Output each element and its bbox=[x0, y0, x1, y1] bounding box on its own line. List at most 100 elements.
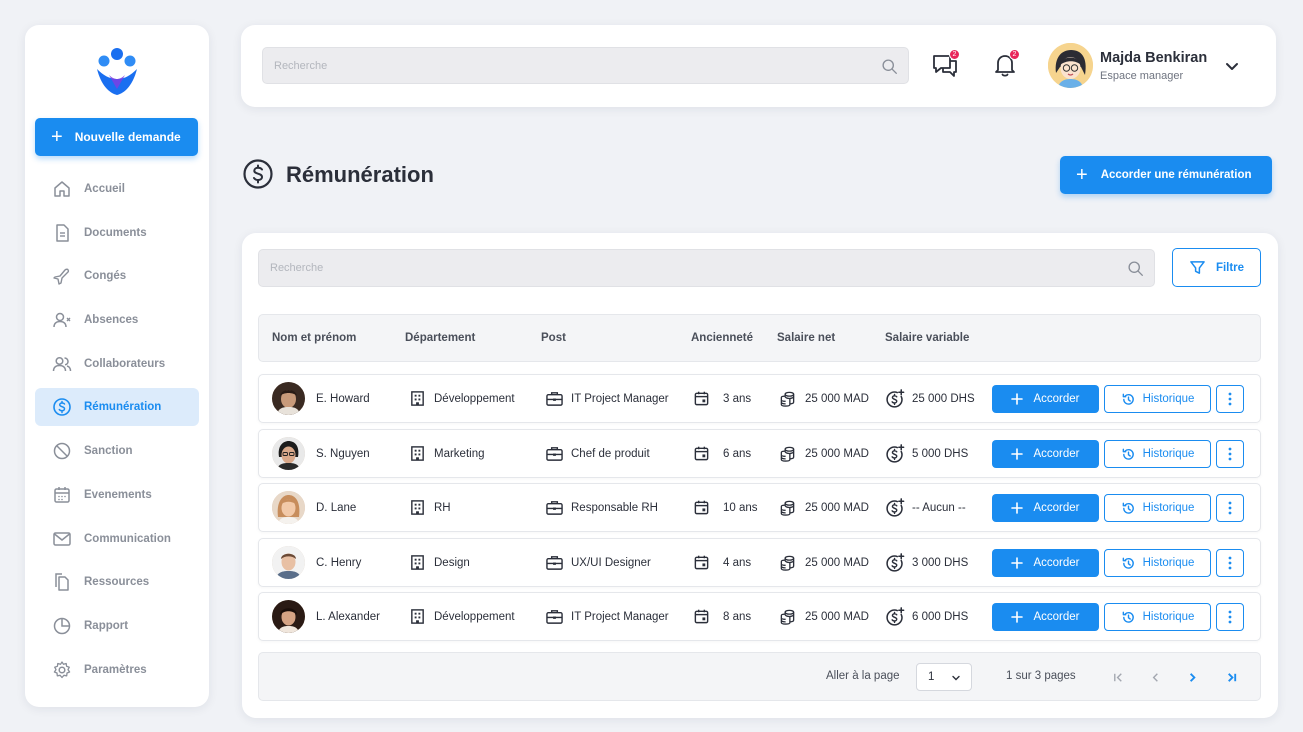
building-icon bbox=[411, 555, 424, 570]
sidebar-item-8[interactable]: Communication bbox=[35, 520, 199, 558]
header-department: Département bbox=[405, 332, 476, 344]
historique-label: Historique bbox=[1142, 448, 1195, 460]
sidebar-item-9[interactable]: Ressources bbox=[35, 563, 199, 601]
more-options-button[interactable] bbox=[1216, 385, 1244, 413]
seniority: 3 ans bbox=[723, 392, 752, 405]
user-avatar[interactable] bbox=[1048, 43, 1093, 88]
accorder-button[interactable]: Accorder bbox=[992, 440, 1099, 468]
sidebar-item-0[interactable]: Accueil bbox=[35, 170, 199, 208]
document-icon bbox=[56, 223, 69, 242]
seniority-cell: 4 ans bbox=[693, 539, 751, 586]
coins-icon bbox=[780, 609, 795, 625]
accorder-button[interactable]: Accorder bbox=[992, 603, 1099, 631]
accorder-button[interactable]: Accorder bbox=[992, 385, 1099, 413]
avatar bbox=[272, 600, 305, 633]
more-options-button[interactable] bbox=[1216, 549, 1244, 577]
calendar-icon bbox=[694, 609, 709, 624]
pagination: Aller à la page 1 1 sur 3 pages bbox=[258, 652, 1261, 701]
historique-button[interactable]: Historique bbox=[1104, 385, 1211, 413]
variable-salary: 5 000 DHS bbox=[912, 447, 969, 460]
user-name: Majda Benkiran bbox=[1100, 50, 1208, 66]
more-vertical-icon bbox=[1228, 610, 1232, 624]
sidebar-item-7[interactable]: Evenements bbox=[35, 476, 199, 514]
page-select[interactable]: 1 bbox=[916, 663, 972, 691]
sidebar-item-3[interactable]: Absences bbox=[35, 301, 199, 339]
building-icon bbox=[411, 391, 424, 406]
sidebar-item-label: Communication bbox=[84, 532, 171, 545]
sidebar-item-label: Documents bbox=[84, 226, 147, 239]
sidebar-item-6[interactable]: Sanction bbox=[35, 432, 199, 470]
seniority-cell: 8 ans bbox=[693, 593, 751, 640]
page-info: 1 sur 3 pages bbox=[1006, 670, 1076, 682]
app-logo[interactable] bbox=[89, 45, 145, 101]
sidebar-item-10[interactable]: Rapport bbox=[35, 607, 199, 645]
header-name: Nom et prénom bbox=[272, 332, 357, 344]
notifications-button[interactable]: 2 bbox=[991, 49, 1020, 79]
sidebar-item-label: Collaborateurs bbox=[84, 357, 166, 370]
history-icon bbox=[1122, 557, 1134, 569]
net-salary-cell: 25 000 MAD bbox=[779, 593, 869, 640]
grant-remuneration-button[interactable]: + Accorder une rémunération bbox=[1060, 156, 1272, 194]
employee-name: C. Henry bbox=[316, 556, 362, 569]
prev-page-button[interactable] bbox=[1145, 667, 1165, 687]
seniority: 4 ans bbox=[723, 556, 752, 569]
last-page-button[interactable] bbox=[1221, 667, 1241, 687]
seniority: 8 ans bbox=[723, 610, 752, 623]
sidebar-item-5[interactable]: Rémunération bbox=[35, 388, 199, 427]
briefcase-icon bbox=[546, 392, 563, 406]
sidebar-item-2[interactable]: Congés bbox=[35, 257, 199, 295]
employee-cell: S. Nguyen bbox=[272, 430, 370, 477]
more-options-button[interactable] bbox=[1216, 494, 1244, 522]
last-page-icon bbox=[1227, 672, 1236, 682]
gear-icon bbox=[53, 660, 71, 678]
plane-icon bbox=[53, 268, 70, 286]
more-options-button[interactable] bbox=[1216, 440, 1244, 468]
chevron-down-icon[interactable] bbox=[1223, 57, 1241, 75]
department-cell: Marketing bbox=[409, 430, 485, 477]
net-salary-cell: 25 000 MAD bbox=[779, 539, 869, 586]
calendar-icon bbox=[694, 500, 709, 515]
sidebar-item-4[interactable]: Collaborateurs bbox=[35, 345, 199, 383]
building-icon bbox=[411, 609, 424, 624]
dollar-plus-icon bbox=[886, 389, 905, 408]
table-search-input[interactable] bbox=[259, 250, 1065, 286]
employee-cell: D. Lane bbox=[272, 484, 356, 531]
plus-icon: + bbox=[51, 126, 63, 148]
dollar-plus-icon bbox=[886, 607, 905, 626]
sidebar-item-label: Absences bbox=[84, 314, 139, 327]
department-cell: RH bbox=[409, 484, 451, 531]
historique-button[interactable]: Historique bbox=[1104, 440, 1211, 468]
sidebar-item-11[interactable]: Paramètres bbox=[35, 651, 199, 689]
search-icon[interactable] bbox=[1127, 260, 1144, 277]
department-cell: Design bbox=[409, 539, 470, 586]
filter-icon bbox=[1190, 261, 1205, 274]
messages-button[interactable]: 2 bbox=[931, 49, 960, 79]
accorder-button[interactable]: Accorder bbox=[992, 494, 1099, 522]
employee-name: L. Alexander bbox=[316, 610, 380, 623]
historique-button[interactable]: Historique bbox=[1104, 603, 1211, 631]
next-page-button[interactable] bbox=[1182, 667, 1202, 687]
top-search-input[interactable] bbox=[263, 48, 844, 83]
dollar-circle-icon bbox=[53, 398, 71, 417]
historique-button[interactable]: Historique bbox=[1104, 549, 1211, 577]
variable-salary-cell: 25 000 DHS bbox=[885, 375, 975, 422]
history-icon bbox=[1122, 502, 1134, 514]
search-icon[interactable] bbox=[881, 58, 898, 75]
historique-button[interactable]: Historique bbox=[1104, 494, 1211, 522]
chevron-right-icon bbox=[1189, 672, 1196, 682]
briefcase-icon bbox=[546, 447, 563, 461]
first-page-button[interactable] bbox=[1108, 667, 1128, 687]
variable-salary-cell: -- Aucun -- bbox=[885, 484, 966, 531]
more-options-button[interactable] bbox=[1216, 603, 1244, 631]
variable-salary: 3 000 DHS bbox=[912, 556, 969, 569]
filter-button[interactable]: Filtre bbox=[1172, 248, 1261, 287]
new-request-button[interactable]: + Nouvelle demande bbox=[35, 118, 198, 156]
post-cell: Chef de produit bbox=[545, 430, 650, 477]
avatar bbox=[272, 437, 305, 470]
table-row: C. Henry Design UX/UI Designer 4 ans 25 … bbox=[258, 538, 1261, 587]
header-variable-salary: Salaire variable bbox=[885, 332, 970, 344]
accorder-button[interactable]: Accorder bbox=[992, 549, 1099, 577]
sidebar: + Nouvelle demande Accueil Documents Congé… bbox=[25, 25, 209, 707]
sidebar-item-1[interactable]: Documents bbox=[35, 214, 199, 252]
notifications-badge: 2 bbox=[1009, 49, 1020, 60]
